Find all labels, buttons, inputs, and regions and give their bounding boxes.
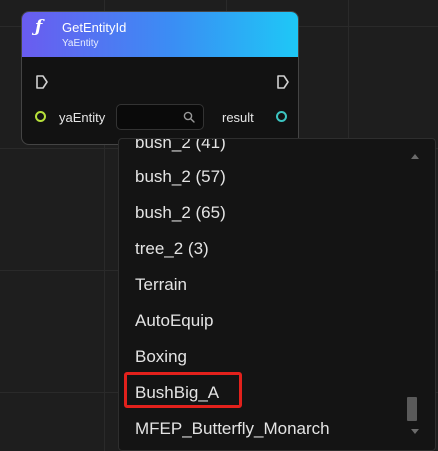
list-item[interactable]: tree_2 (3) [119, 231, 403, 267]
scroll-down-arrow-icon[interactable] [408, 425, 422, 437]
list-item[interactable]: bush_2 (65) [119, 195, 403, 231]
graph-canvas[interactable]: ƒ GetEntityId YaEntity yaEntity result b… [0, 0, 438, 451]
list-item[interactable]: Boxing [119, 339, 403, 375]
search-icon[interactable] [183, 111, 195, 123]
ya-entity-input-pin[interactable] [35, 111, 46, 122]
list-item[interactable]: MFEP_Butterfly_Monarch [119, 411, 403, 447]
function-icon: ƒ [35, 17, 43, 37]
list-item-partial[interactable]: bush_2 (41) [119, 139, 403, 161]
highlight-annotation-box [124, 372, 242, 408]
node-title: GetEntityId [62, 20, 127, 35]
scrollbar-thumb[interactable] [407, 397, 417, 421]
result-output-label: result [222, 110, 254, 125]
list-item[interactable]: bush_2 (57) [119, 159, 403, 195]
list-item[interactable]: AutoEquip [119, 303, 403, 339]
entity-picker-field[interactable] [116, 104, 204, 130]
exec-in-pin-icon[interactable] [35, 74, 49, 90]
entity-dropdown-list[interactable]: bush_2 (41) bush_2 (57) bush_2 (65) tree… [118, 138, 436, 451]
result-output-pin[interactable] [276, 111, 287, 122]
ya-entity-input-label: yaEntity [59, 110, 106, 125]
node-subtitle: YaEntity [62, 38, 99, 49]
scroll-up-arrow-icon[interactable] [408, 151, 422, 163]
exec-out-pin-icon[interactable] [276, 74, 290, 90]
node-header[interactable]: ƒ GetEntityId YaEntity [22, 12, 298, 57]
get-entity-id-node[interactable]: ƒ GetEntityId YaEntity yaEntity result [21, 11, 299, 145]
list-item[interactable]: Terrain [119, 267, 403, 303]
